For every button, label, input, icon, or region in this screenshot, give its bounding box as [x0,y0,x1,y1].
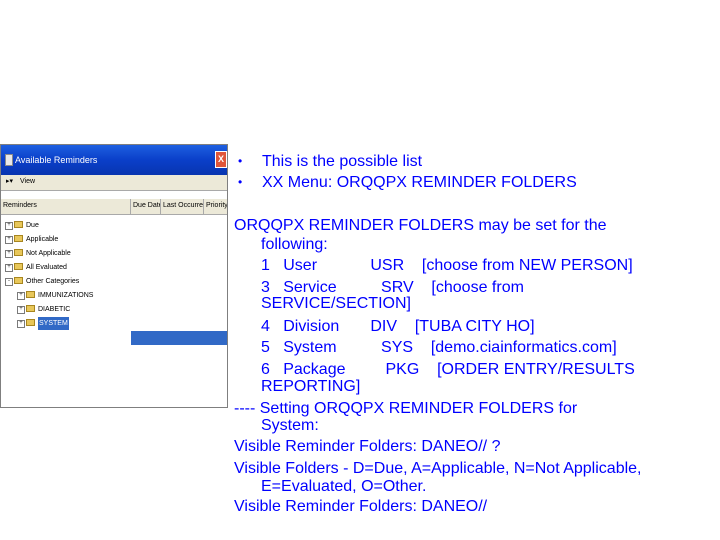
tree-item-not-applicable[interactable]: + Not Applicable [1,247,131,260]
folder-icon [14,221,23,228]
close-button[interactable]: X [215,151,227,168]
tree-item-label: Not Applicable [26,250,71,257]
body-line: Visible Reminder Folders: DANEO// [234,498,488,515]
tree-item-label: DIABETIC [38,306,71,313]
body-line: ORQQPX REMINDER FOLDERS may be set for t… [234,217,607,234]
body-line: 5 System SYS [demo.ciainformatics.com] [261,339,617,356]
column-header-reminders[interactable]: Reminders [1,199,131,214]
column-header-row: Reminders Due Date Last Occurrence Prior… [1,199,227,215]
expand-icon[interactable]: + [17,306,25,314]
folder-icon [26,291,35,298]
tree-item-label: Applicable [26,236,59,243]
body-line: 1 User USR [choose from NEW PERSON] [261,257,633,274]
tree-item-label: Other Categories [26,278,80,285]
bullet-marker: • [238,154,243,168]
folder-icon [14,277,23,284]
window-titlebar[interactable]: Available Reminders X [1,145,227,175]
body-line: Visible Reminder Folders: DANEO// ? [234,438,501,455]
bullet-marker: • [238,175,243,189]
expand-icon[interactable]: + [5,264,13,272]
folder-icon [14,263,23,270]
tree-item-diabetic[interactable]: + DIABETIC [1,303,131,316]
folder-icon [26,305,35,312]
folder-icon [26,319,35,326]
tree-item-applicable[interactable]: + Applicable [1,233,131,246]
window-app-icon [5,154,13,166]
column-header-due-date[interactable]: Due Date [131,199,161,214]
available-reminders-window: Available Reminders X ▸▾ View Reminders … [0,144,228,408]
body-line: 4 Division DIV [TUBA CITY HO] [261,318,535,335]
selected-row-highlight [131,331,227,345]
folder-icon [14,235,23,242]
bullet-text: This is the possible list [262,153,423,170]
column-header-last-occurrence[interactable]: Last Occurrence [161,199,204,214]
expand-icon[interactable]: + [5,236,13,244]
expand-icon[interactable]: + [17,320,25,328]
tree-item-label: All Evaluated [26,264,67,271]
expand-icon[interactable]: + [5,250,13,258]
tree-item-all-evaluated[interactable]: + All Evaluated [1,261,131,274]
tree-item-system[interactable]: + SYSTEM [1,317,131,330]
window-title: Available Reminders [15,155,98,165]
body-line: System: [261,417,319,434]
folder-icon [14,249,23,256]
reminder-tree: + Due + Applicable + Not Applicable + Al… [1,215,227,407]
body-line: SERVICE/SECTION] [261,295,411,312]
tree-item-other-categories[interactable]: - Other Categories [1,275,131,288]
collapse-icon[interactable]: - [5,278,13,286]
body-line: REPORTING] [261,378,361,395]
body-line: Visible Folders - D=Due, A=Applicable, N… [234,460,642,477]
expand-icon[interactable]: + [17,292,25,300]
tree-item-label: Due [26,222,39,229]
view-menu-bar[interactable]: ▸▾ View [1,175,227,191]
column-header-priority[interactable]: Priority [204,199,227,214]
tree-item-label: IMMUNIZATIONS [38,292,94,299]
body-line: following: [261,236,328,253]
tree-item-due[interactable]: + Due [1,219,131,232]
body-line: E=Evaluated, O=Other. [261,478,427,495]
view-arrow-icon: ▸▾ [6,178,14,185]
expand-icon[interactable]: + [5,222,13,230]
bullet-text: XX Menu: ORQQPX REMINDER FOLDERS [262,174,577,191]
view-menu-label[interactable]: View [20,175,35,189]
tree-item-label: SYSTEM [38,317,69,330]
tree-item-immunizations[interactable]: + IMMUNIZATIONS [1,289,131,302]
